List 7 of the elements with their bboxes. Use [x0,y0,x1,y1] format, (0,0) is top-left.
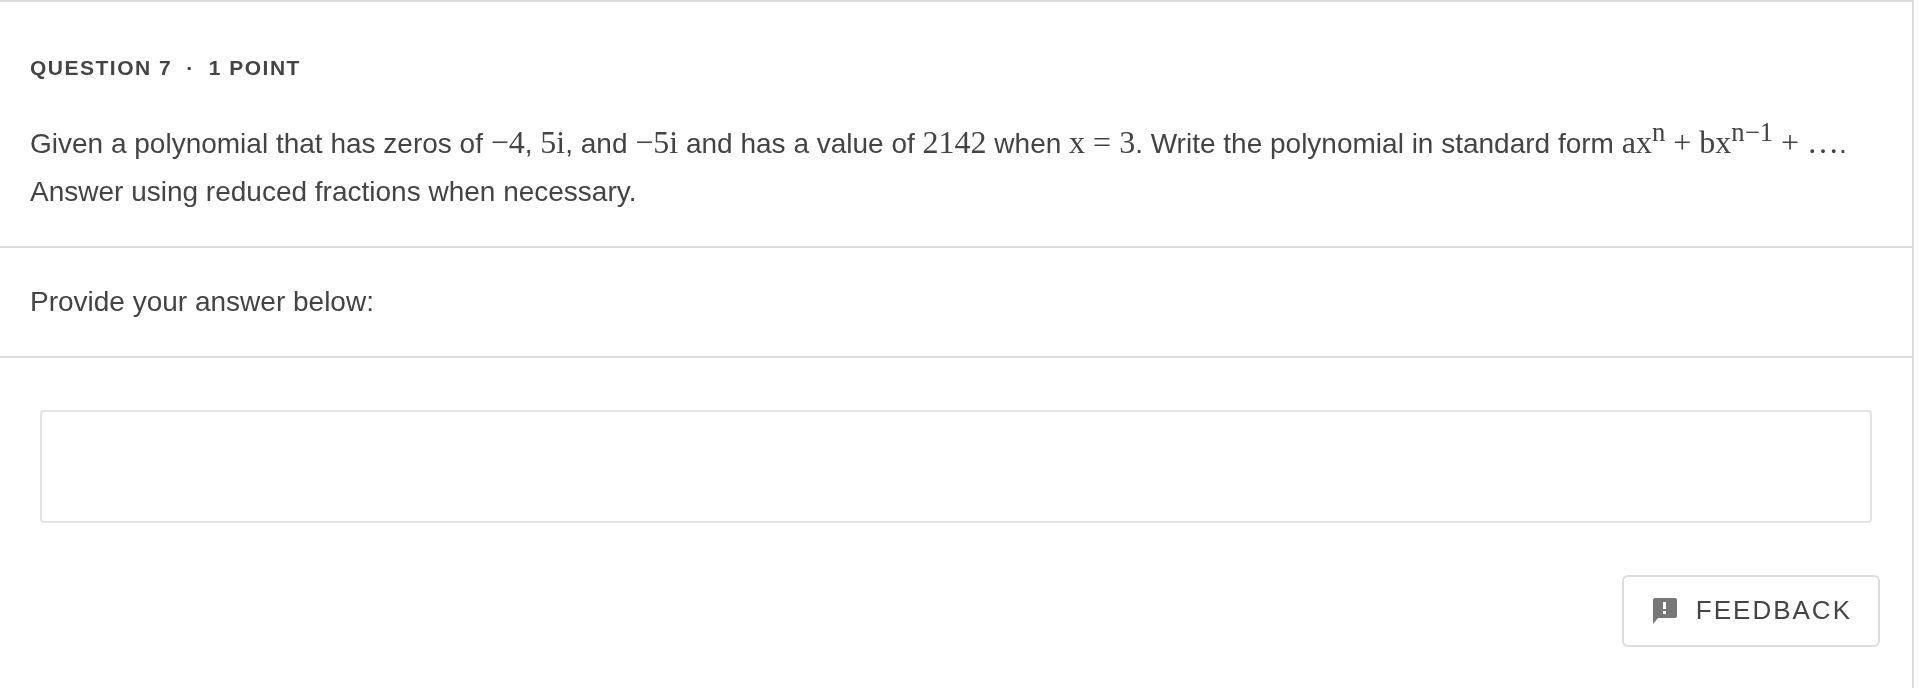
answer-prompt: Provide your answer below: [0,247,1912,358]
answer-field[interactable] [40,409,1872,523]
separator: · [186,56,195,80]
question-number: QUESTION 7 [30,56,173,80]
feedback-button[interactable]: FEEDBACK [1621,574,1880,647]
question-points: 1 POINT [208,56,301,80]
question-text: Given a polynomial that has zeros of −4, 5i, and −5i and has a value of 2142 when x = 3. Write the polynomial in standard form ax$^{n}$ + bx$^{n−1}$ + …. Answer using reduced fractions when necessary. [30,116,1848,209]
